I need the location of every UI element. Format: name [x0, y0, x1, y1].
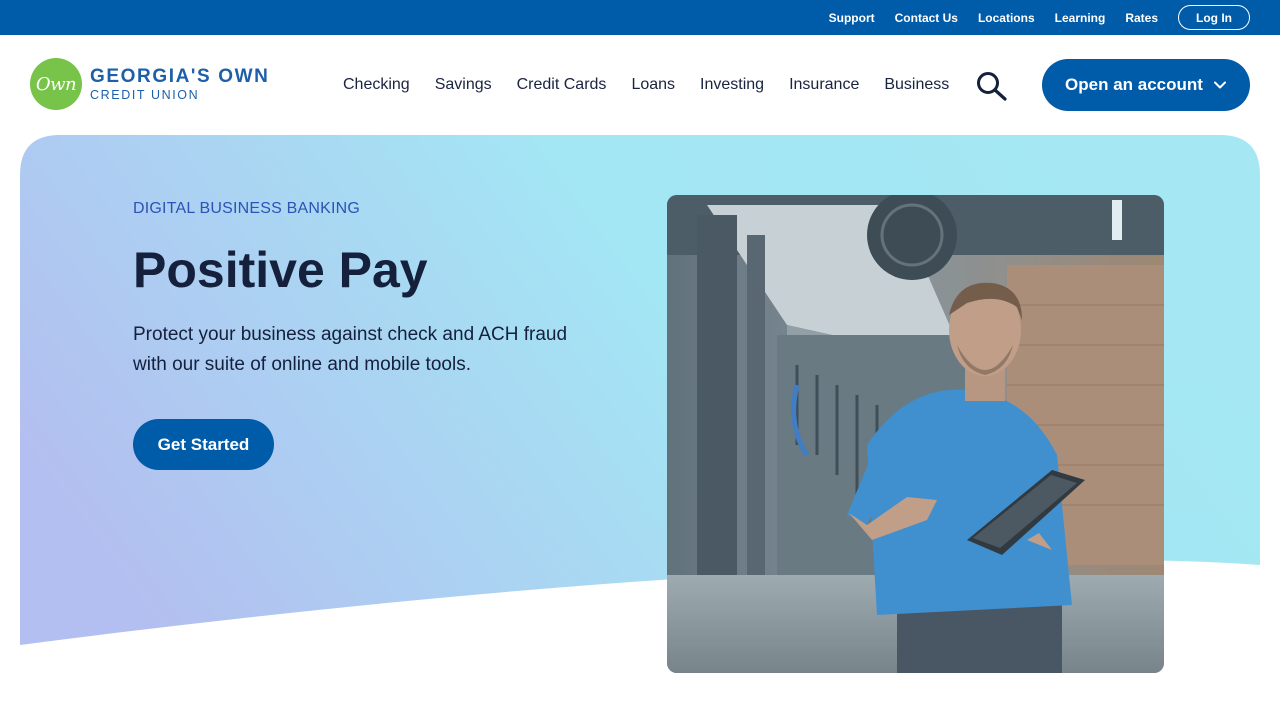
hero-photo: [667, 195, 1164, 673]
nav-item-credit-cards[interactable]: Credit Cards: [517, 76, 607, 94]
open-account-label: Open an account: [1065, 75, 1203, 94]
nav-item-checking[interactable]: Checking: [343, 76, 410, 94]
brand-subname: CREDIT UNION: [90, 87, 200, 102]
utility-bar: Support Contact Us Locations Learning Ra…: [0, 0, 1280, 35]
nav-item-savings[interactable]: Savings: [435, 76, 492, 94]
brand-logo[interactable]: Own GEORGIA'S OWN CREDIT UNION: [30, 58, 269, 110]
utility-link-rates[interactable]: Rates: [1125, 11, 1158, 25]
chevron-down-icon: [1213, 81, 1226, 89]
site-header: Own GEORGIA'S OWN CREDIT UNION Checking …: [0, 35, 1280, 135]
nav-item-loans[interactable]: Loans: [631, 76, 675, 94]
main-nav: Checking Savings Credit Cards Loans Inve…: [343, 35, 949, 135]
utility-link-support[interactable]: Support: [829, 11, 875, 25]
nav-item-insurance[interactable]: Insurance: [789, 76, 859, 94]
get-started-button[interactable]: Get Started: [133, 419, 274, 470]
logo-mark-text: Own: [35, 73, 77, 95]
search-icon[interactable]: [976, 71, 1008, 101]
login-button[interactable]: Log In: [1178, 5, 1250, 30]
nav-item-business[interactable]: Business: [884, 76, 949, 94]
logo-wordmark: GEORGIA'S OWN CREDIT UNION: [90, 67, 269, 102]
utility-link-contact-us[interactable]: Contact Us: [895, 11, 958, 25]
hero-title: Positive Pay: [133, 242, 428, 298]
brand-name: GEORGIA'S OWN: [90, 65, 270, 87]
open-account-button[interactable]: Open an account: [1042, 59, 1250, 111]
hero-description: Protect your business against check and …: [133, 324, 568, 375]
nav-item-investing[interactable]: Investing: [700, 76, 764, 94]
utility-links: Support Contact Us Locations Learning Ra…: [829, 0, 1280, 35]
logo-mark: Own: [30, 58, 82, 110]
utility-link-learning[interactable]: Learning: [1055, 11, 1106, 25]
hero-eyebrow: DIGITAL BUSINESS BANKING: [133, 200, 361, 217]
utility-link-locations[interactable]: Locations: [978, 11, 1035, 25]
